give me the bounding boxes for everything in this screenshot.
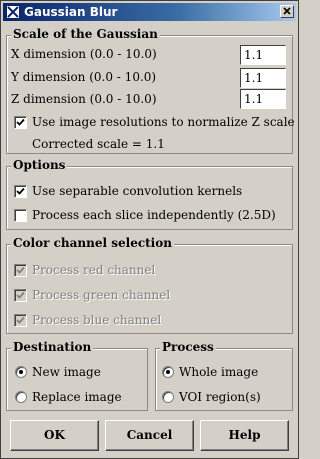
separable-kernels-checkbox[interactable]	[14, 185, 27, 198]
scale-legend: Scale of the Gaussian	[11, 27, 160, 41]
red-channel-label: Process red channel	[32, 263, 156, 277]
whole-image-radio[interactable]	[162, 366, 174, 378]
checkmark-icon	[16, 266, 25, 274]
new-image-radio[interactable]	[15, 366, 27, 378]
close-button[interactable]	[280, 5, 294, 18]
process-group: Process Whole image VOI region(s)	[155, 340, 293, 411]
z-dimension-field[interactable]: 1.1	[240, 89, 286, 109]
voi-regions-label: VOI region(s)	[179, 390, 261, 404]
each-slice-checkbox[interactable]	[14, 209, 27, 222]
options-group: Options Use separable convolution kernel…	[6, 158, 293, 230]
separable-kernels-label: Use separable convolution kernels	[32, 184, 243, 198]
replace-image-radio[interactable]	[15, 391, 27, 403]
checkmark-icon	[16, 316, 25, 324]
y-dimension-label: Y dimension (0.0 - 10.0)	[11, 70, 157, 84]
z-dimension-label: Z dimension (0.0 - 10.0)	[11, 92, 157, 106]
green-channel-label: Process green channel	[32, 288, 171, 302]
blue-channel-checkbox[interactable]	[14, 314, 27, 327]
destination-legend: Destination	[11, 340, 94, 354]
title-bar[interactable]: Gaussian Blur	[3, 3, 296, 21]
y-dimension-field[interactable]: 1.1	[240, 68, 286, 88]
new-image-label: New image	[32, 365, 101, 379]
normalize-z-label: Use image resolutions to normalize Z sca…	[32, 115, 295, 129]
whole-image-label: Whole image	[179, 365, 259, 379]
blue-channel-label: Process blue channel	[32, 313, 162, 327]
voi-regions-radio[interactable]	[162, 391, 174, 403]
options-legend: Options	[11, 158, 68, 172]
ok-button[interactable]: OK	[10, 420, 99, 451]
each-slice-label: Process each slice independently (2.5D)	[32, 208, 276, 222]
corrected-scale-label: Corrected scale = 1.1	[32, 137, 165, 151]
close-icon	[283, 7, 291, 15]
checkmark-icon	[16, 187, 25, 195]
x-dimension-field[interactable]: 1.1	[240, 45, 286, 65]
cancel-button[interactable]: Cancel	[105, 420, 194, 451]
checkmark-icon	[16, 291, 25, 299]
green-channel-checkbox[interactable]	[14, 289, 27, 302]
gaussian-blur-dialog: Gaussian Blur Scale of the Gaussian X di…	[0, 0, 299, 459]
x-dimension-label: X dimension (0.0 - 10.0)	[11, 47, 157, 61]
replace-image-label: Replace image	[32, 390, 122, 404]
help-button[interactable]: Help	[200, 420, 289, 451]
color-channel-legend: Color channel selection	[11, 236, 174, 250]
scale-group: Scale of the Gaussian X dimension (0.0 -…	[6, 27, 295, 154]
red-channel-checkbox[interactable]	[14, 264, 27, 277]
process-legend: Process	[160, 340, 216, 354]
color-channel-group: Color channel selection Process red chan…	[6, 236, 293, 334]
destination-group: Destination New image Replace image	[6, 340, 148, 411]
normalize-z-checkbox[interactable]	[14, 116, 27, 129]
window-title: Gaussian Blur	[24, 5, 118, 19]
checkmark-icon	[16, 118, 25, 126]
app-icon	[6, 5, 20, 19]
